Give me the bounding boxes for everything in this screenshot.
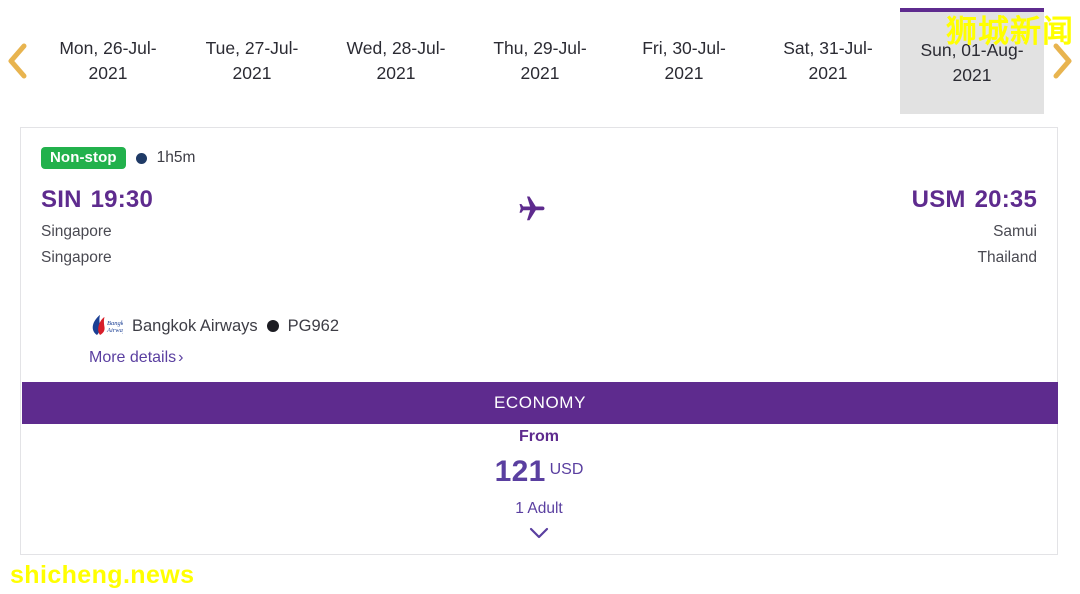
svg-text:Bangkok: Bangkok (107, 320, 123, 327)
arrival-time: 20:35 (974, 186, 1037, 213)
date-cell-label: Tue, 27-Jul- 2021 (205, 38, 299, 83)
stops-and-duration-row: Non-stop 1h5m (41, 146, 1037, 170)
watermark-english: shicheng.news (10, 561, 195, 589)
airline-row: Bangkok Airways Bangkok Airways PG962 (41, 313, 1037, 339)
more-details-link[interactable]: More details › (41, 349, 1037, 367)
route-middle (153, 186, 912, 229)
arrival-block: USM 20:35 Samui Thailand (912, 186, 1037, 267)
price-amount: 121 (494, 455, 546, 488)
chevron-down-icon (528, 527, 550, 544)
prev-dates-button[interactable] (0, 41, 36, 81)
departure-time: 19:30 (90, 186, 153, 213)
departure-airport-code: SIN (41, 186, 82, 213)
separator-dot-icon (135, 152, 147, 164)
price-main: 121 USD (21, 455, 1057, 489)
flight-duration: 1h5m (156, 149, 196, 166)
date-cell-4[interactable]: Fri, 30-Jul-2021 (612, 0, 756, 122)
date-cell-label: Mon, 26-Jul- 2021 (59, 38, 157, 83)
date-cell-label: Sat, 31-Jul- 2021 (783, 38, 873, 83)
price-currency: USD (549, 461, 584, 478)
date-cell-3[interactable]: Thu, 29-Jul- 2021 (468, 0, 612, 122)
departure-country: Singapore (41, 249, 112, 266)
departure-code-time: SIN 19:30 (41, 186, 153, 214)
status-badge-nonstop: Non-stop (41, 147, 126, 169)
arrival-city: Samui (993, 223, 1037, 240)
date-cell-0[interactable]: Mon, 26-Jul- 2021 (36, 0, 180, 122)
arrival-airport-code: USM (911, 186, 966, 213)
flight-number: PG962 (287, 316, 340, 335)
airplane-icon (517, 194, 547, 229)
date-navigation-strip: Mon, 26-Jul- 2021 Tue, 27-Jul- 2021 Wed, 2… (0, 0, 1080, 122)
bangkok-airways-logo-icon: Bangkok Airways (87, 313, 130, 339)
departure-block: SIN 19:30 Singapore Singapore (41, 186, 153, 267)
route-row: SIN 19:30 Singapore Singapore USM 20:35 Sa… (41, 186, 1037, 267)
airline-name: Bangkok Airways (132, 316, 258, 335)
date-cell-1[interactable]: Tue, 27-Jul- 2021 (180, 0, 324, 122)
flight-result-card: Non-stop 1h5m SIN 19:30 Singapore Singapo… (20, 127, 1058, 555)
departure-city: Singapore (41, 223, 112, 240)
chevron-left-icon (6, 41, 30, 81)
arrival-country: Thailand (977, 249, 1037, 266)
flight-summary: Non-stop 1h5m SIN 19:30 Singapore Singapo… (21, 128, 1057, 367)
next-dates-button[interactable] (1044, 41, 1080, 81)
date-cell-list: Mon, 26-Jul- 2021 Tue, 27-Jul- 2021 Wed, 2… (36, 0, 1044, 122)
price-from-label: From (519, 428, 559, 445)
date-cell-5[interactable]: Sat, 31-Jul- 2021 (756, 0, 900, 122)
price-block: From 121 USD 1 Adult (21, 428, 1057, 545)
date-cell-label: Fri, 30-Jul-2021 (642, 38, 726, 83)
passenger-count: 1 Adult (515, 500, 563, 517)
chevron-right-icon (1050, 41, 1074, 81)
date-cell-label: Wed, 28-Jul- 2021 (346, 38, 446, 83)
date-cell-2[interactable]: Wed, 28-Jul- 2021 (324, 0, 468, 122)
cabin-class-banner[interactable]: ECONOMY (22, 382, 1058, 424)
separator-dot-icon (266, 320, 279, 332)
arrival-code-time: USM 20:35 (912, 186, 1037, 214)
expand-fare-button[interactable] (21, 526, 1057, 545)
chevron-right-small-icon: › (178, 349, 184, 366)
date-cell-6-selected[interactable]: Sun, 01-Aug- 2021 (900, 8, 1044, 114)
date-cell-label: Sun, 01-Aug- 2021 (920, 40, 1024, 85)
date-cell-label: Thu, 29-Jul- 2021 (493, 38, 587, 83)
cabin-class-label: ECONOMY (493, 393, 587, 412)
svg-text:Airways: Airways (106, 327, 123, 334)
more-details-label: More details (89, 349, 177, 366)
